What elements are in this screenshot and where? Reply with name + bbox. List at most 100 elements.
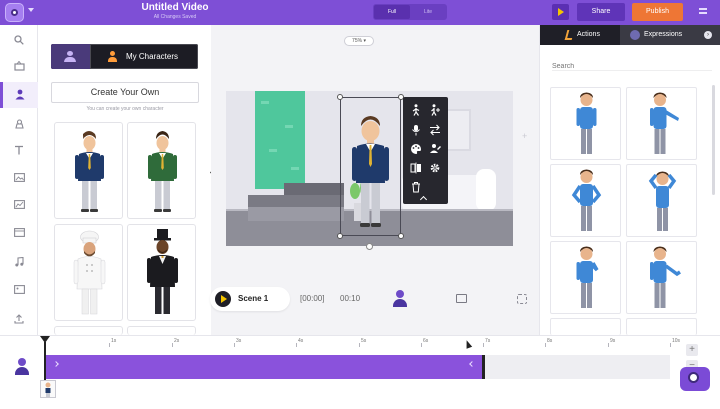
image-icon [14,285,25,294]
action-card[interactable] [550,164,621,237]
rail-props[interactable] [0,112,38,138]
character-card-man-green-suit[interactable] [127,122,196,219]
character-thumbnail [75,131,104,212]
action-search[interactable] [552,55,712,74]
tab-actions[interactable]: Actions [540,25,620,45]
character-thumbnail [148,131,177,212]
action-card[interactable] [550,87,621,160]
character-card-man-navy-suit[interactable] [54,122,123,219]
action-thumbnail-explain [650,246,681,308]
rail-charts[interactable] [0,193,38,219]
timeline-tick [608,343,609,347]
rail-images[interactable] [0,278,38,304]
character-card-chef[interactable] [54,224,123,321]
palette-icon[interactable] [410,143,422,155]
view-mode-toggle[interactable]: Full Lite [373,4,447,20]
chevron-down-icon[interactable] [28,8,34,12]
background-icon [14,173,25,182]
rail-video[interactable] [0,221,38,247]
microphone-icon[interactable] [410,124,422,136]
app-root: Untitled Video All Changes Saved Full Li… [0,0,720,409]
character-edit-icon[interactable] [429,143,441,155]
project-title-block[interactable]: Untitled Video All Changes Saved [120,2,230,21]
timeline-bar-end-handle[interactable] [482,355,485,379]
timeline-tick [234,343,235,347]
playhead[interactable] [44,342,46,380]
character-card-partial[interactable] [54,326,123,335]
chevron-up-icon[interactable] [419,195,428,204]
screen-icon[interactable] [456,294,467,303]
view-mode-lite[interactable]: Lite [410,5,446,19]
character-timeline-bar[interactable] [45,355,485,379]
timeline-thumbnail[interactable] [40,380,56,398]
assistant-helper-icon[interactable] [680,367,710,391]
delete-icon[interactable] [410,181,422,193]
timeline-tick [109,343,110,347]
publish-button[interactable]: Publish [632,3,683,21]
action-card[interactable] [550,241,621,314]
video-icon [14,228,25,237]
action-search-input[interactable] [552,59,712,74]
project-title[interactable]: Untitled Video [120,2,230,14]
scene-selector[interactable]: Scene 1 [210,287,290,311]
resize-handle[interactable] [398,233,404,239]
play-icon [558,8,564,16]
rail-scene[interactable] [0,54,38,80]
track-character-icon [13,358,31,376]
character-card-man-top-hat[interactable] [127,224,196,321]
upload-icon [14,314,24,324]
add-scene-icon[interactable]: + [522,131,527,141]
action-card[interactable] [626,318,697,335]
timeline-tick-label: 6s [423,338,429,344]
timeline-tick-label: 7s [485,338,491,344]
character-card-partial[interactable] [127,326,196,335]
chart-icon [14,200,25,209]
rail-characters[interactable] [0,82,38,108]
character-tabs: My Characters [51,44,198,69]
rail-search[interactable] [0,28,38,54]
right-panel-scrollbar[interactable] [712,85,715,195]
props-icon [15,119,24,129]
action-card[interactable] [626,164,697,237]
rail-backgrounds[interactable] [0,166,38,192]
timeline-tick [483,343,484,347]
selection-box[interactable] [340,97,401,236]
tab-stock-characters[interactable] [51,44,90,69]
view-mode-full[interactable]: Full [374,5,410,19]
flip-icon[interactable] [410,162,422,174]
action-card[interactable] [550,318,621,335]
character-layer-icon[interactable] [392,290,408,308]
walk-plus-icon[interactable] [429,104,441,116]
rotate-handle[interactable] [366,243,373,250]
tab-my-characters[interactable]: My Characters [90,44,198,69]
resize-handle[interactable] [337,94,343,100]
timeline-tick [545,343,546,347]
rail-music[interactable] [0,250,38,276]
action-card[interactable] [626,87,697,160]
background-step [248,207,344,221]
rail-text[interactable] [0,138,38,164]
preview-play-button[interactable] [552,4,569,20]
rail-upload[interactable] [0,307,38,333]
menu-icon[interactable] [693,7,713,19]
timeline-zoom-in-button[interactable]: + [686,344,698,356]
swap-icon[interactable] [429,124,441,136]
scene-duration[interactable]: 00:10 [340,294,360,303]
panel-toggle-icon[interactable]: › [704,31,712,39]
tab-actions-label: Actions [577,31,600,38]
animaker-logo-icon[interactable] [5,3,24,22]
resize-handle[interactable] [337,233,343,239]
create-your-own-button[interactable]: Create Your Own [51,82,199,103]
timeline-tick-label: 3s [236,338,242,344]
save-status: All Changes Saved [153,14,197,20]
zoom-dropdown[interactable]: 75% ▾ [344,36,374,46]
tab-expressions[interactable]: Expressions › [620,25,720,45]
gear-icon[interactable] [429,162,441,174]
fit-to-screen-icon[interactable] [517,294,527,304]
walk-action-icon[interactable] [410,104,422,116]
share-button[interactable]: Share [577,3,625,21]
action-card[interactable] [626,241,697,314]
character-panel: My Characters Create Your Own You can cr… [38,25,211,335]
scene-play-button[interactable] [215,291,231,307]
item-toolbox [403,97,448,204]
